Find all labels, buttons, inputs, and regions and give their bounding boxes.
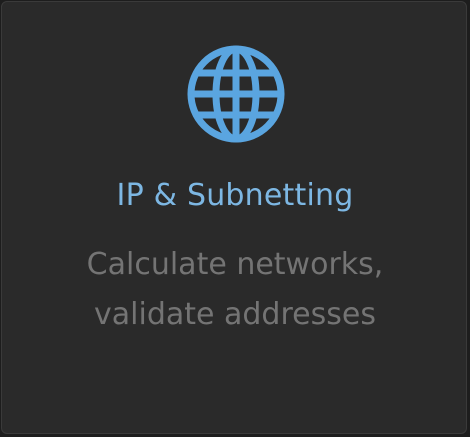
- card-description: Calculate networks, validate addresses: [2, 240, 468, 340]
- ip-subnetting-card[interactable]: IP & Subnetting Calculate networks, vali…: [1, 1, 467, 434]
- description-line-1: Calculate networks,: [86, 247, 384, 282]
- description-line-2: validate addresses: [94, 297, 376, 332]
- globe-icon: [184, 42, 288, 146]
- card-title: IP & Subnetting: [116, 178, 354, 213]
